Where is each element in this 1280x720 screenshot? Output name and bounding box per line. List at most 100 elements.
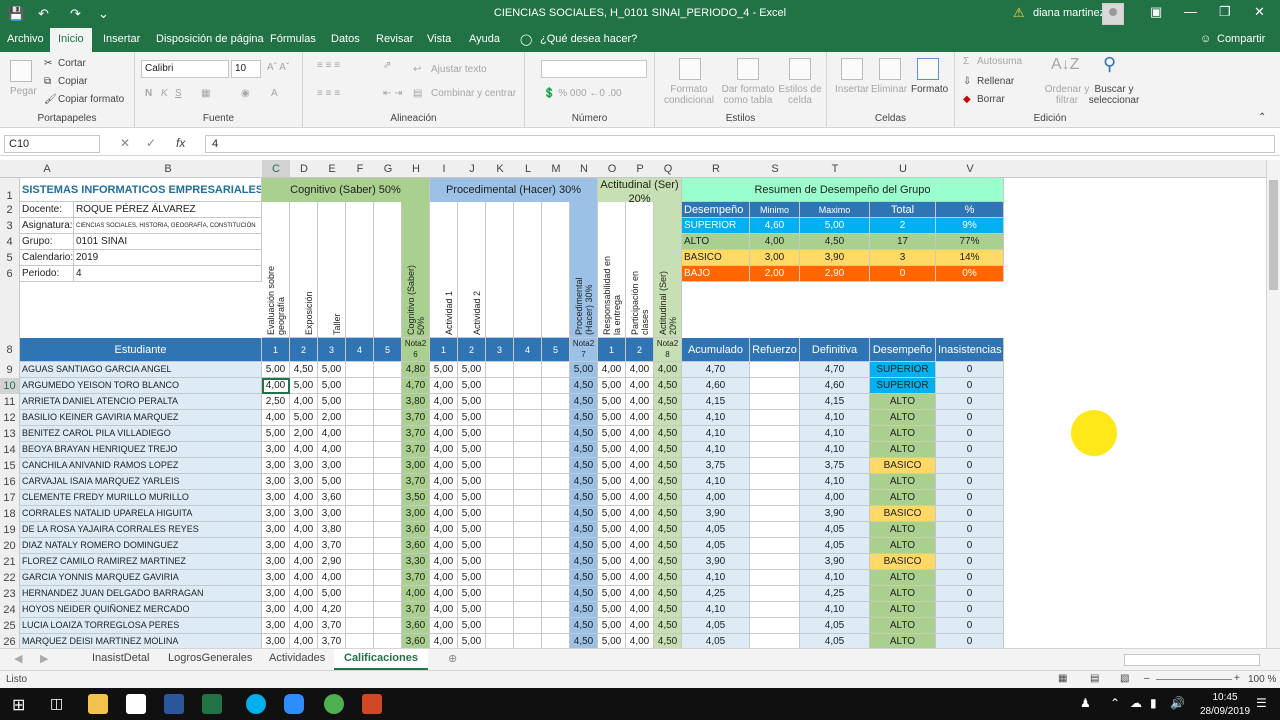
- grade-q[interactable]: 4,50: [654, 410, 682, 426]
- grade-q[interactable]: 4,50: [654, 506, 682, 522]
- grade-t[interactable]: 4,05: [800, 634, 870, 648]
- align-top-icon[interactable]: ≡ ≡ ≡: [317, 60, 340, 71]
- format-table-icon[interactable]: [737, 58, 759, 80]
- grade-empty[interactable]: [514, 554, 542, 570]
- grade-v[interactable]: 0: [936, 522, 1004, 538]
- grade-r[interactable]: 4,60: [682, 378, 750, 394]
- font-size-select[interactable]: 10: [231, 60, 261, 78]
- grade-d[interactable]: 4,00: [290, 634, 318, 648]
- grade-j[interactable]: 5,00: [458, 538, 486, 554]
- grade-h[interactable]: 3,70: [402, 410, 430, 426]
- grade-i[interactable]: 4,00: [430, 586, 458, 602]
- people-icon[interactable]: ♟: [1080, 696, 1091, 710]
- network-icon[interactable]: ☁: [1130, 696, 1142, 710]
- grade-e[interactable]: 4,00: [318, 570, 346, 586]
- row-header-13[interactable]: 13: [0, 426, 20, 442]
- grade-h[interactable]: 3,70: [402, 426, 430, 442]
- grade-empty[interactable]: [514, 538, 542, 554]
- student-name[interactable]: FLOREZ CAMILO RAMIREZ MARTINEZ: [20, 554, 262, 570]
- formula-input[interactable]: 4: [205, 135, 1275, 153]
- grade-empty[interactable]: [750, 554, 800, 570]
- grade-o[interactable]: 5,00: [598, 506, 626, 522]
- row-header-21[interactable]: 21: [0, 554, 20, 570]
- column-header-m[interactable]: M: [542, 163, 570, 175]
- info-value[interactable]: 2019: [74, 250, 262, 266]
- desempeno-badge[interactable]: ALTO: [870, 570, 936, 586]
- student-name[interactable]: HERNANDEZ JUAN DELGADO BARRAGAN: [20, 586, 262, 602]
- grade-r[interactable]: 3,75: [682, 458, 750, 474]
- grade-v[interactable]: 0: [936, 458, 1004, 474]
- grade-empty[interactable]: [486, 538, 514, 554]
- grade-j[interactable]: 5,00: [458, 410, 486, 426]
- grade-j[interactable]: 5,00: [458, 522, 486, 538]
- desempeno-badge[interactable]: SUPERIOR: [870, 362, 936, 378]
- close-icon[interactable]: ✕: [1254, 4, 1265, 20]
- grade-r[interactable]: 4,00: [682, 490, 750, 506]
- delete-cells-button[interactable]: Eliminar: [871, 84, 907, 95]
- windows-start-icon[interactable]: ⊞: [12, 695, 25, 715]
- tab-disposicion[interactable]: Disposición de página: [156, 33, 264, 45]
- grade-i[interactable]: 4,00: [430, 554, 458, 570]
- format-table-button[interactable]: Dar formato como tabla: [719, 84, 777, 106]
- grade-empty[interactable]: [514, 442, 542, 458]
- student-name[interactable]: ARRIETA DANIEL ATENCIO PERALTA: [20, 394, 262, 410]
- grade-c[interactable]: 3,00: [262, 634, 290, 648]
- grade-t[interactable]: 4,10: [800, 570, 870, 586]
- grade-r[interactable]: 3,90: [682, 554, 750, 570]
- grade-q[interactable]: 4,50: [654, 570, 682, 586]
- grade-i[interactable]: 4,00: [430, 442, 458, 458]
- row-header-16[interactable]: 16: [0, 474, 20, 490]
- grade-q[interactable]: 4,50: [654, 634, 682, 648]
- grade-t[interactable]: 4,10: [800, 410, 870, 426]
- grade-empty[interactable]: [542, 618, 570, 634]
- student-name[interactable]: LUCIA LOAIZA TORREGLOSA PERES: [20, 618, 262, 634]
- column-header-l[interactable]: L: [514, 163, 542, 175]
- student-name[interactable]: MARQUEZ DEISI MARTINEZ MOLINA: [20, 634, 262, 648]
- grade-r[interactable]: 4,10: [682, 602, 750, 618]
- grade-empty[interactable]: [542, 522, 570, 538]
- grade-t[interactable]: 4,10: [800, 474, 870, 490]
- grade-empty[interactable]: [514, 490, 542, 506]
- grade-q[interactable]: 4,50: [654, 378, 682, 394]
- grade-e[interactable]: 5,00: [318, 362, 346, 378]
- row-header-4[interactable]: 4: [0, 234, 20, 250]
- grade-i[interactable]: 4,00: [430, 538, 458, 554]
- grade-empty[interactable]: [486, 442, 514, 458]
- column-header-k[interactable]: K: [486, 163, 514, 175]
- grade-p[interactable]: 4,00: [626, 426, 654, 442]
- grade-empty[interactable]: [750, 378, 800, 394]
- row-header-18[interactable]: 18: [0, 506, 20, 522]
- grade-n[interactable]: 4,50: [570, 634, 598, 648]
- grade-v[interactable]: 0: [936, 442, 1004, 458]
- grade-empty[interactable]: [346, 458, 374, 474]
- grade-h[interactable]: 3,60: [402, 538, 430, 554]
- grade-o[interactable]: 5,00: [598, 378, 626, 394]
- grade-d[interactable]: 4,00: [290, 522, 318, 538]
- grade-t[interactable]: 4,05: [800, 522, 870, 538]
- grade-j[interactable]: 5,00: [458, 474, 486, 490]
- font-color-icon[interactable]: A: [271, 88, 278, 99]
- bold-icon[interactable]: N: [145, 88, 152, 99]
- student-name[interactable]: ARGUMEDO YEISON TORO BLANCO: [20, 378, 262, 394]
- column-header-e[interactable]: E: [318, 163, 346, 175]
- column-header-v[interactable]: V: [936, 163, 1004, 175]
- grade-empty[interactable]: [750, 570, 800, 586]
- word-icon[interactable]: [164, 694, 184, 714]
- grade-q[interactable]: 4,00: [654, 362, 682, 378]
- grade-r[interactable]: 4,10: [682, 426, 750, 442]
- grade-p[interactable]: 4,00: [626, 474, 654, 490]
- delete-cells-icon[interactable]: [879, 58, 901, 80]
- grade-o[interactable]: 5,00: [598, 586, 626, 602]
- grade-i[interactable]: 4,00: [430, 474, 458, 490]
- tab-insertar[interactable]: Insertar: [103, 33, 140, 45]
- grade-empty[interactable]: [750, 474, 800, 490]
- grade-t[interactable]: 3,75: [800, 458, 870, 474]
- grade-n[interactable]: 4,50: [570, 506, 598, 522]
- grade-i[interactable]: 4,00: [430, 378, 458, 394]
- grade-empty[interactable]: [750, 538, 800, 554]
- grade-p[interactable]: 4,00: [626, 490, 654, 506]
- grade-q[interactable]: 4,50: [654, 586, 682, 602]
- grade-e[interactable]: 4,00: [318, 442, 346, 458]
- grade-empty[interactable]: [750, 394, 800, 410]
- grade-o[interactable]: 5,00: [598, 602, 626, 618]
